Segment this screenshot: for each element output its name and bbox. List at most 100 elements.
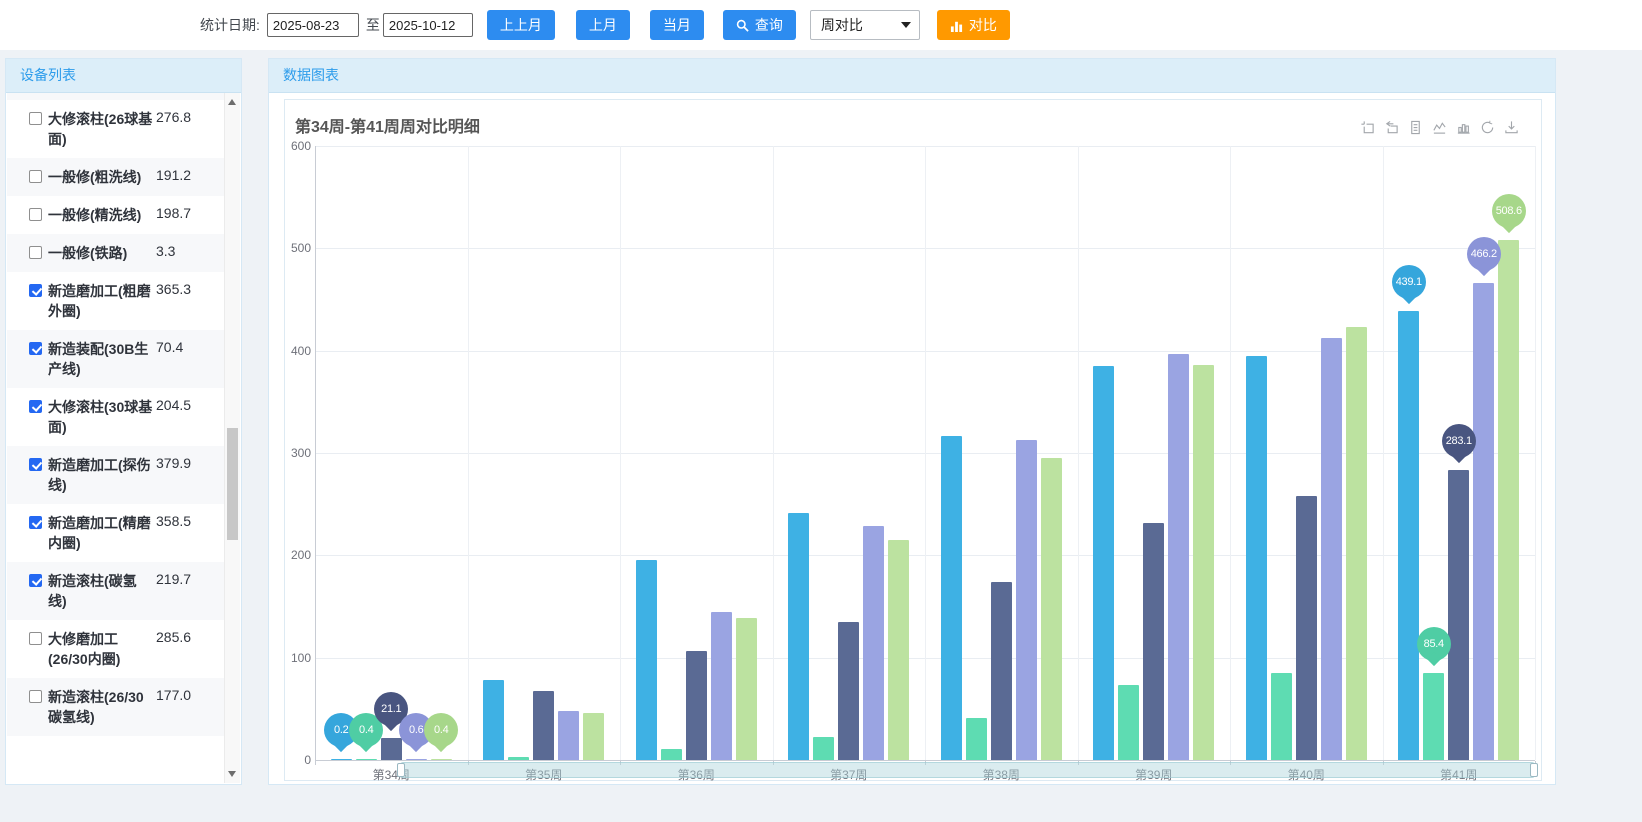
bar-series-cyan-第39周[interactable] <box>1093 366 1114 760</box>
compare-type-value: 周对比 <box>821 15 863 35</box>
device-list-item[interactable]: 新造装配(30B生产线)70.4 <box>7 330 225 388</box>
bar-series-dark-blue-第36周[interactable] <box>686 651 707 760</box>
top-toolbar: 统计日期: 至 上上月 上月 当月 查询 周对比 对比 <box>0 0 1642 50</box>
bar-series-light-green-第40周[interactable] <box>1346 327 1367 760</box>
bar-series-teal-green-第34周[interactable] <box>356 759 377 760</box>
date-to-input[interactable] <box>383 13 473 37</box>
device-label: 新造磨加工(精磨内圈) <box>48 513 154 553</box>
bar-series-teal-green-第41周[interactable] <box>1423 673 1444 760</box>
bar-series-cyan-第41周[interactable] <box>1398 311 1419 760</box>
device-list-item[interactable]: 新造磨加工(粗磨外圈)365.3 <box>7 272 225 330</box>
date-from-input[interactable] <box>267 13 359 37</box>
grid-line-vertical <box>620 146 621 760</box>
current-month-button[interactable]: 当月 <box>650 10 704 40</box>
bar-series-dark-blue-第41周[interactable] <box>1448 470 1469 760</box>
device-list-item[interactable]: 新造滚柱(碳氢线)219.7 <box>7 562 225 620</box>
datazoom-slider[interactable] <box>400 762 1535 778</box>
scroll-down-arrow-icon[interactable] <box>228 771 236 777</box>
bar-series-light-green-第37周[interactable] <box>888 540 909 760</box>
device-list-header: 设备列表 <box>6 59 241 93</box>
bar-series-light-green-第38周[interactable] <box>1041 458 1062 760</box>
bar-series-dark-blue-第38周[interactable] <box>991 582 1012 760</box>
checkbox-checked[interactable] <box>29 342 42 355</box>
device-list: 大修滚柱(26球基面)276.8一般修(粗洗线)191.2一般修(精洗线)198… <box>7 93 240 783</box>
bar-series-periwinkle-第41周[interactable] <box>1473 283 1494 760</box>
device-list-item[interactable]: 新造磨加工(探伤线)379.9 <box>7 446 225 504</box>
bar-series-light-green-第36周[interactable] <box>736 618 757 760</box>
query-button[interactable]: 查询 <box>723 10 796 40</box>
scrollbar-thumb[interactable] <box>227 428 238 540</box>
scroll-up-arrow-icon[interactable] <box>228 99 236 105</box>
mark-point-series-periwinkle: 466.2 <box>1467 237 1501 271</box>
device-list-item[interactable]: 大修磨加工(26/30内圈)285.6 <box>7 620 225 678</box>
device-label: 大修滚柱(26球基面) <box>48 109 154 149</box>
device-list-scrollbar[interactable] <box>224 93 240 783</box>
device-list-item[interactable]: 大修滚柱(26球基面)276.8 <box>7 100 225 158</box>
checkbox-unchecked[interactable] <box>29 170 42 183</box>
bar-series-teal-green-第36周[interactable] <box>661 749 682 760</box>
grid-line-vertical <box>468 146 469 760</box>
checkbox-unchecked[interactable] <box>29 632 42 645</box>
checkbox-checked[interactable] <box>29 284 42 297</box>
datazoom-left-handle[interactable] <box>397 763 405 777</box>
device-label: 新造装配(30B生产线) <box>48 339 154 379</box>
bar-series-cyan-第38周[interactable] <box>941 436 962 760</box>
bar-series-dark-blue-第40周[interactable] <box>1296 496 1317 760</box>
checkbox-checked[interactable] <box>29 400 42 413</box>
bar-series-light-green-第41周[interactable] <box>1498 240 1519 760</box>
bar-series-dark-blue-第35周[interactable] <box>533 691 554 760</box>
bar-series-cyan-第35周[interactable] <box>483 680 504 760</box>
bar-series-periwinkle-第35周[interactable] <box>558 711 579 760</box>
prev-prev-month-button[interactable]: 上上月 <box>487 10 555 40</box>
device-label: 新造滚柱(碳氢线) <box>48 571 154 611</box>
compare-button[interactable]: 对比 <box>937 10 1010 40</box>
checkbox-unchecked[interactable] <box>29 112 42 125</box>
checkbox-unchecked[interactable] <box>29 246 42 259</box>
bar-series-periwinkle-第40周[interactable] <box>1321 338 1342 760</box>
bar-series-periwinkle-第38周[interactable] <box>1016 440 1037 760</box>
bar-series-teal-green-第40周[interactable] <box>1271 673 1292 760</box>
grid-line-vertical <box>1535 146 1536 760</box>
bar-series-periwinkle-第34周[interactable] <box>406 759 427 760</box>
bar-series-dark-blue-第39周[interactable] <box>1143 523 1164 760</box>
checkbox-checked[interactable] <box>29 574 42 587</box>
bar-series-light-green-第35周[interactable] <box>583 713 604 760</box>
device-list-item[interactable]: 一般修(铁路)3.3 <box>7 234 225 272</box>
bar-series-dark-blue-第37周[interactable] <box>838 622 859 760</box>
bar-series-teal-green-第39周[interactable] <box>1118 685 1139 760</box>
bar-series-teal-green-第37周[interactable] <box>813 737 834 760</box>
bar-series-periwinkle-第36周[interactable] <box>711 612 732 760</box>
checkbox-checked[interactable] <box>29 516 42 529</box>
bar-series-teal-green-第38周[interactable] <box>966 718 987 760</box>
device-value: 191.2 <box>156 167 191 184</box>
device-list-item[interactable]: 一般修(精洗线)198.7 <box>7 196 225 234</box>
device-list-item[interactable]: 新造滚柱(26/30碳氢线)177.0 <box>7 678 225 736</box>
bar-series-periwinkle-第39周[interactable] <box>1168 354 1189 760</box>
bar-series-cyan-第34周[interactable] <box>331 759 352 760</box>
checkbox-unchecked[interactable] <box>29 690 42 703</box>
y-axis-tick-label: 100 <box>285 651 311 665</box>
device-list-item[interactable]: 一般修(粗洗线)191.2 <box>7 158 225 196</box>
bar-series-light-green-第34周[interactable] <box>431 759 452 760</box>
device-label: 一般修(铁路) <box>48 243 154 263</box>
bar-series-cyan-第36周[interactable] <box>636 560 657 760</box>
datazoom-right-handle[interactable] <box>1530 763 1538 777</box>
bar-series-light-green-第39周[interactable] <box>1193 365 1214 760</box>
device-value: 379.9 <box>156 455 191 472</box>
bar-series-cyan-第40周[interactable] <box>1246 356 1267 760</box>
date-to-label: 至 <box>366 15 380 35</box>
device-list-item[interactable]: 大修滚柱(30球基面)204.5 <box>7 388 225 446</box>
device-label: 大修滚柱(30球基面) <box>48 397 154 437</box>
device-value: 276.8 <box>156 109 191 126</box>
bar-series-dark-blue-第34周[interactable] <box>381 738 402 760</box>
compare-type-select[interactable]: 周对比 <box>810 10 920 40</box>
y-axis-tick-label: 600 <box>285 139 311 153</box>
bar-series-cyan-第37周[interactable] <box>788 513 809 760</box>
checkbox-checked[interactable] <box>29 458 42 471</box>
checkbox-unchecked[interactable] <box>29 208 42 221</box>
device-list-item[interactable]: 新造磨加工(精磨内圈)358.5 <box>7 504 225 562</box>
mark-point-series-light-green: 0.4 <box>424 713 458 747</box>
bar-series-periwinkle-第37周[interactable] <box>863 526 884 760</box>
prev-month-button[interactable]: 上月 <box>576 10 630 40</box>
bar-series-teal-green-第35周[interactable] <box>508 757 529 760</box>
